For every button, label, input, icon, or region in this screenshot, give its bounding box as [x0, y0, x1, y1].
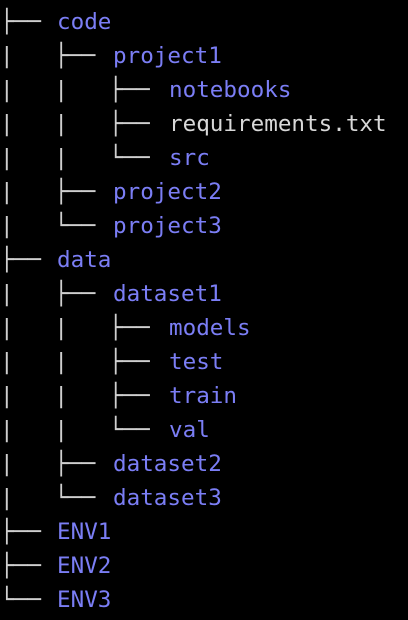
- directory-name: val: [169, 417, 210, 443]
- tree-branch-lines: └──: [0, 587, 55, 613]
- tree-row: | | └── val: [0, 413, 408, 447]
- directory-name: project1: [113, 43, 222, 69]
- tree-branch-lines: | | ├──: [0, 383, 164, 409]
- directory-name: dataset1: [113, 281, 222, 307]
- directory-name: project3: [113, 213, 222, 239]
- tree-branch-lines: | | └──: [0, 145, 164, 171]
- tree-branch-lines: | ├──: [0, 43, 109, 69]
- directory-name: ENV1: [57, 519, 112, 545]
- tree-row: | └── dataset3: [0, 481, 408, 515]
- directory-name: data: [57, 247, 112, 273]
- directory-name: code: [57, 9, 112, 35]
- tree-branch-lines: ├──: [0, 9, 55, 35]
- tree-branch-lines: | ├──: [0, 179, 109, 205]
- tree-branch-lines: | | └──: [0, 417, 164, 443]
- directory-name: project2: [113, 179, 222, 205]
- tree-row: | | ├── train: [0, 379, 408, 413]
- tree-row: | ├── project1: [0, 39, 408, 73]
- tree-branch-lines: | | ├──: [0, 349, 164, 375]
- tree-branch-lines: | ├──: [0, 281, 109, 307]
- tree-row: ├── ENV1: [0, 515, 408, 549]
- tree-branch-lines: | | ├──: [0, 315, 164, 341]
- directory-name: src: [169, 145, 210, 171]
- tree-row: | ├── dataset1: [0, 277, 408, 311]
- tree-row: └── ENV3: [0, 583, 408, 617]
- tree-row: ├── code: [0, 5, 408, 39]
- tree-row: | | └── src: [0, 141, 408, 175]
- tree-branch-lines: | └──: [0, 485, 109, 511]
- tree-branch-lines: ├──: [0, 247, 55, 273]
- directory-name: dataset3: [113, 485, 222, 511]
- file-name: requirements.txt: [169, 111, 387, 137]
- tree-row: | | ├── notebooks: [0, 73, 408, 107]
- directory-name: models: [169, 315, 251, 341]
- tree-row: | └── project3: [0, 209, 408, 243]
- directory-name: ENV3: [57, 587, 112, 613]
- directory-name: dataset2: [113, 451, 222, 477]
- tree-row: | | ├── requirements.txt: [0, 107, 408, 141]
- tree-branch-lines: | | ├──: [0, 77, 164, 103]
- tree-branch-lines: ├──: [0, 553, 55, 579]
- directory-name: test: [169, 349, 224, 375]
- directory-tree: ├── code | ├── project1 | | ├── notebooks |…: [0, 5, 408, 617]
- directory-name: train: [169, 383, 238, 409]
- tree-branch-lines: | | ├──: [0, 111, 164, 137]
- tree-branch-lines: | └──: [0, 213, 109, 239]
- tree-branch-lines: | ├──: [0, 451, 109, 477]
- tree-row: | | ├── test: [0, 345, 408, 379]
- directory-name: notebooks: [169, 77, 292, 103]
- terminal-window: ├── code | ├── project1 | | ├── notebooks |…: [0, 0, 408, 620]
- tree-row: | ├── dataset2: [0, 447, 408, 481]
- tree-row: | | ├── models: [0, 311, 408, 345]
- tree-branch-lines: ├──: [0, 519, 55, 545]
- tree-row: ├── ENV2: [0, 549, 408, 583]
- tree-row: ├── data: [0, 243, 408, 277]
- tree-row: | ├── project2: [0, 175, 408, 209]
- directory-name: ENV2: [57, 553, 112, 579]
